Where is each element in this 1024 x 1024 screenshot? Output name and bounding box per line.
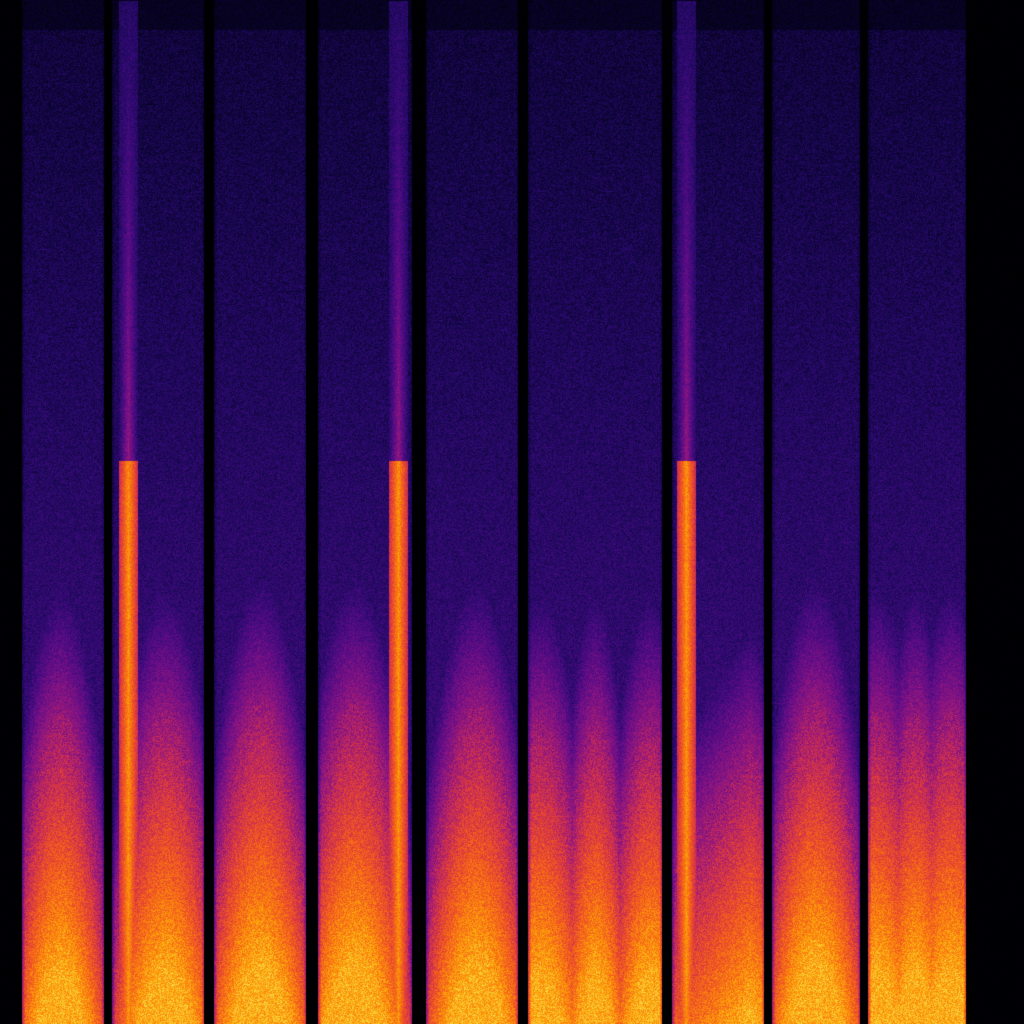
spectrogram-image xyxy=(0,0,1024,1024)
